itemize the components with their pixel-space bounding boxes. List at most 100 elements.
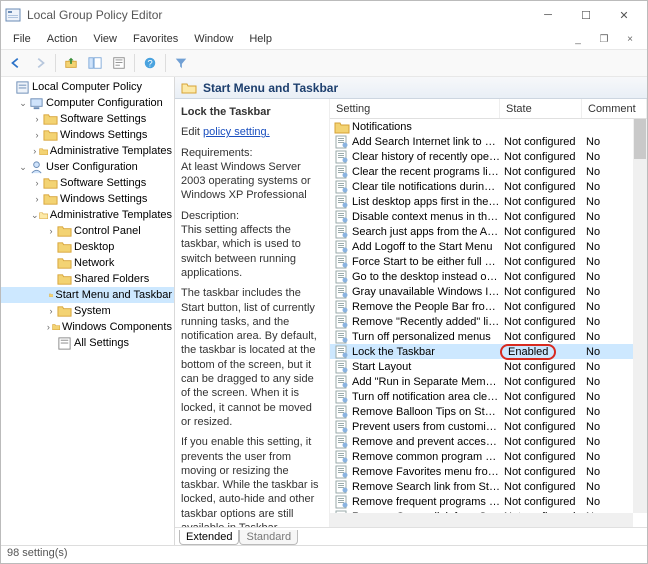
edit-policy-link[interactable]: policy setting. (203, 126, 270, 138)
setting-state: Not configured (500, 271, 582, 283)
col-state[interactable]: State (500, 99, 582, 118)
list-item[interactable]: List desktop apps first in the A...Not c… (330, 194, 647, 209)
menu-window[interactable]: Window (188, 32, 239, 46)
tree-item[interactable]: ⌄ Administrative Templates (1, 207, 174, 223)
setting-state: Not configured (500, 481, 582, 493)
forward-button[interactable] (29, 53, 51, 73)
list-item[interactable]: Turn off personalized menusNot configure… (330, 329, 647, 344)
list-item[interactable]: Go to the desktop instead of St...Not co… (330, 269, 647, 284)
list-item[interactable]: Force Start to be either full scr...Not … (330, 254, 647, 269)
collapse-icon[interactable]: ⌄ (17, 98, 29, 109)
list-item[interactable]: Remove frequent programs lis...Not confi… (330, 494, 647, 509)
tree-item[interactable]: All Settings (1, 335, 174, 351)
list-item[interactable]: Remove the People Bar from t...Not confi… (330, 299, 647, 314)
list-item[interactable]: Gray unavailable Windows Inst...Not conf… (330, 284, 647, 299)
tree-item[interactable]: Local Computer Policy (1, 79, 174, 95)
mdi-minimize-icon[interactable]: _ (567, 31, 589, 47)
help-button[interactable]: ? (139, 53, 161, 73)
expand-icon[interactable]: › (31, 146, 39, 156)
setting-state: Not configured (500, 151, 582, 163)
status-bar: 98 setting(s) (1, 545, 647, 563)
tree-item[interactable]: ›Control Panel (1, 223, 174, 239)
filter-button[interactable] (170, 53, 192, 73)
setting-state: Not configured (500, 391, 582, 403)
properties-button[interactable] (108, 53, 130, 73)
mdi-close-icon[interactable]: × (619, 31, 641, 47)
menu-help[interactable]: Help (243, 32, 278, 46)
setting-state: Not configured (500, 376, 582, 388)
tree-item[interactable]: Network (1, 255, 174, 271)
tree-item[interactable]: Start Menu and Taskbar (1, 287, 174, 303)
vertical-scrollbar[interactable] (633, 119, 647, 513)
list-item[interactable]: Remove common program gr...Not configure… (330, 449, 647, 464)
tree-item[interactable]: Shared Folders (1, 271, 174, 287)
expand-icon[interactable]: › (31, 130, 43, 140)
up-button[interactable] (60, 53, 82, 73)
tree-label: Shared Folders (74, 273, 149, 285)
minimize-button[interactable]: ─ (529, 4, 567, 26)
show-hide-tree-button[interactable] (84, 53, 106, 73)
tree-item[interactable]: ›Windows Settings (1, 127, 174, 143)
list-item[interactable]: Notifications (330, 119, 647, 134)
tree-item[interactable]: ›Administrative Templates (1, 143, 174, 159)
policy-icon (334, 180, 350, 194)
menu-view[interactable]: View (87, 32, 123, 46)
list-item[interactable]: Disable context menus in the S...Not con… (330, 209, 647, 224)
maximize-button[interactable]: ☐ (567, 4, 605, 26)
close-button[interactable]: ✕ (605, 4, 643, 26)
tab-extended[interactable]: Extended (179, 530, 239, 545)
list-item[interactable]: Remove and prevent access to...Not confi… (330, 434, 647, 449)
setting-name: Go to the desktop instead of St... (352, 271, 500, 283)
list-item[interactable]: Clear the recent programs list f...Not c… (330, 164, 647, 179)
collapse-icon[interactable]: ⌄ (31, 210, 39, 221)
list-item[interactable]: Clear tile notifications during l...Not … (330, 179, 647, 194)
list-item[interactable]: Search just apps from the App...Not conf… (330, 224, 647, 239)
horizontal-scrollbar[interactable] (330, 513, 633, 527)
setting-state: Not configured (500, 256, 582, 268)
tree-item[interactable]: ›Windows Components (1, 319, 174, 335)
list-item[interactable]: Remove "Recently added" list f...Not con… (330, 314, 647, 329)
list-item[interactable]: Turn off notification area clean...Not c… (330, 389, 647, 404)
menu-action[interactable]: Action (41, 32, 84, 46)
col-comment[interactable]: Comment (582, 99, 647, 118)
expand-icon[interactable]: › (45, 226, 57, 236)
back-button[interactable] (5, 53, 27, 73)
tree-item[interactable]: ⌄User Configuration (1, 159, 174, 175)
menu-favorites[interactable]: Favorites (127, 32, 184, 46)
setting-name: Remove the People Bar from t... (352, 301, 500, 313)
expand-icon[interactable]: › (31, 194, 43, 204)
setting-state: Not configured (500, 181, 582, 193)
list-item[interactable]: Prevent users from customizin...Not conf… (330, 419, 647, 434)
expand-icon[interactable]: › (31, 114, 43, 124)
tree-item[interactable]: › Windows Settings (1, 191, 174, 207)
tree-item[interactable]: ›Software Settings (1, 111, 174, 127)
list-item[interactable]: Add Search Internet link to Sta...Not co… (330, 134, 647, 149)
collapse-icon[interactable]: ⌄ (17, 162, 29, 173)
list-item[interactable]: Remove Balloon Tips on Start ...Not conf… (330, 404, 647, 419)
menu-file[interactable]: File (7, 32, 37, 46)
policy-icon (334, 165, 350, 179)
tree-item[interactable]: ›System (1, 303, 174, 319)
list-item[interactable]: Add "Run in Separate Memory...Not config… (330, 374, 647, 389)
tree-label: Windows Settings (60, 193, 147, 205)
col-setting[interactable]: Setting (330, 99, 500, 118)
expand-icon[interactable]: › (45, 306, 57, 316)
list-item[interactable]: Clear history of recently opene...Not co… (330, 149, 647, 164)
tree-item[interactable]: ›Software Settings (1, 175, 174, 191)
setting-state: Enabled (500, 346, 582, 358)
tree-item[interactable]: Desktop (1, 239, 174, 255)
expand-icon[interactable]: › (31, 178, 43, 188)
policy-icon (15, 81, 30, 94)
mdi-restore-icon[interactable]: ❐ (593, 31, 615, 47)
list-item[interactable]: Remove Search link from Start...Not conf… (330, 479, 647, 494)
list-item[interactable]: Lock the TaskbarEnabledNo (330, 344, 647, 359)
column-headers[interactable]: Setting State Comment (330, 99, 647, 119)
tab-standard[interactable]: Standard (239, 530, 298, 545)
expand-icon[interactable]: › (45, 322, 52, 332)
tree-item[interactable]: ⌄Computer Configuration (1, 95, 174, 111)
list-item[interactable]: Start LayoutNot configuredNo (330, 359, 647, 374)
list-item[interactable]: Add Logoff to the Start MenuNot configur… (330, 239, 647, 254)
tree-label: Administrative Templates (50, 209, 172, 221)
list-item[interactable]: Remove Favorites menu from ...Not config… (330, 464, 647, 479)
console-tree[interactable]: Local Computer Policy⌄Computer Configura… (1, 77, 175, 545)
